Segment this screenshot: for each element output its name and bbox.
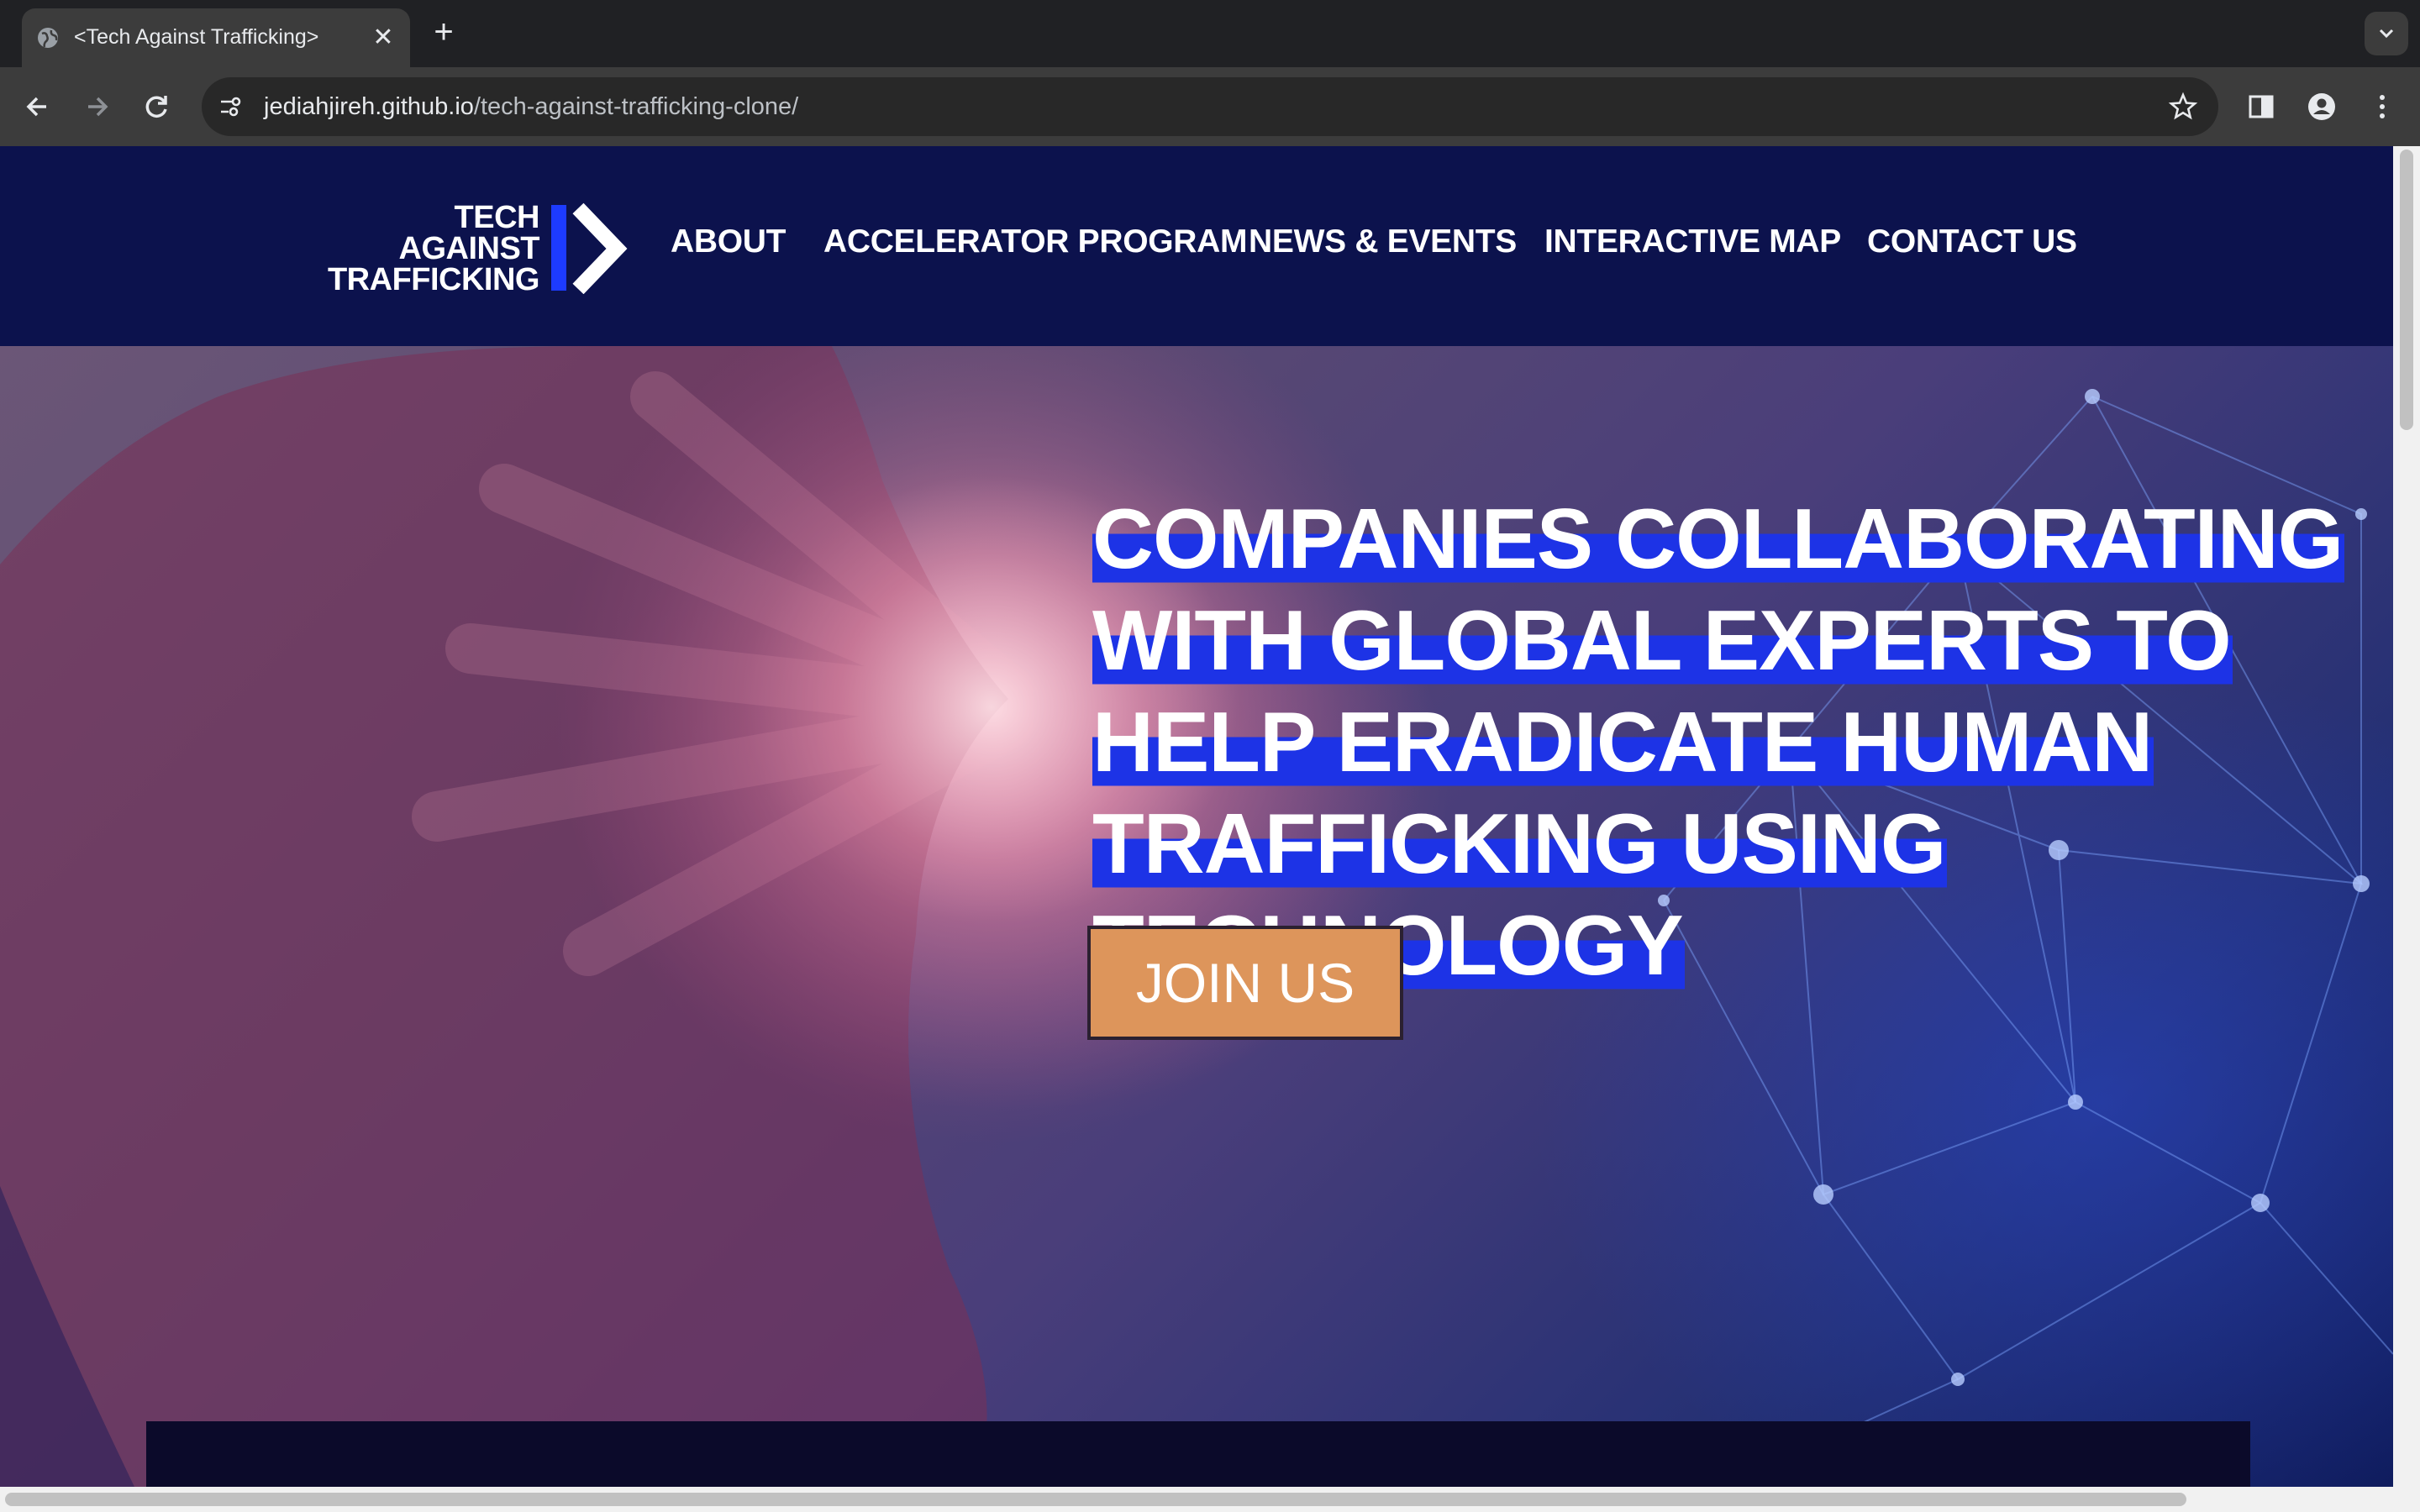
- chevron-right-icon: [572, 202, 628, 294]
- browser-tabstrip: <Tech Against Trafficking> ✕ +: [0, 0, 2420, 67]
- profile-avatar-icon[interactable]: [2301, 86, 2343, 128]
- site-settings-icon[interactable]: [217, 93, 244, 120]
- logo-accent-bar: [551, 205, 566, 291]
- content-panel: [146, 1421, 2250, 1487]
- site-header: TECH AGAINST TRAFFICKING ABOUT ACCELERAT…: [0, 146, 2393, 346]
- bookmark-star-icon[interactable]: [2168, 92, 2198, 122]
- join-us-button[interactable]: JOIN US: [1087, 926, 1403, 1040]
- horizontal-scrollbar[interactable]: [0, 1487, 2420, 1512]
- hero-section: COMPANIES COLLABORATING WITH GLOBAL EXPE…: [0, 346, 2393, 1487]
- logo-line: AGAINST: [398, 231, 540, 266]
- headline-line: WITH GLOBAL EXPERTS TO: [1092, 594, 2233, 688]
- headline-line: TRAFFICKING USING: [1092, 797, 1948, 891]
- web-page: TECH AGAINST TRAFFICKING ABOUT ACCELERAT…: [0, 146, 2393, 1487]
- globe-icon: [38, 28, 58, 48]
- horizontal-scrollbar-thumb[interactable]: [5, 1493, 2186, 1506]
- vertical-scrollbar[interactable]: [2393, 146, 2420, 1487]
- close-tab-icon[interactable]: ✕: [368, 23, 398, 53]
- logo-line: TRAFFICKING: [327, 262, 540, 297]
- tech-against-trafficking-logo[interactable]: TECH AGAINST TRAFFICKING: [328, 200, 637, 296]
- chevron-down-icon: [2379, 29, 2394, 39]
- browser-tab[interactable]: <Tech Against Trafficking> ✕: [22, 8, 410, 67]
- back-arrow-icon[interactable]: [17, 86, 59, 128]
- forward-arrow-icon[interactable]: [76, 86, 118, 128]
- logo-line: TECH: [454, 200, 540, 235]
- browser-toolbar: jediahjireh.github.io/tech-against-traff…: [0, 67, 2420, 146]
- hero-headline: COMPANIES COLLABORATING WITH GLOBAL EXPE…: [1092, 489, 2345, 997]
- new-tab-button[interactable]: +: [427, 15, 460, 49]
- tab-title: <Tech Against Trafficking>: [74, 25, 319, 49]
- vertical-scrollbar-thumb[interactable]: [2400, 150, 2413, 430]
- more-menu-icon[interactable]: [2361, 86, 2403, 128]
- nav-about[interactable]: ABOUT: [671, 223, 786, 260]
- nav-accelerator-program[interactable]: ACCELERATOR PROGRAM: [823, 223, 1248, 260]
- address-bar[interactable]: jediahjireh.github.io/tech-against-traff…: [202, 77, 2218, 136]
- nav-interactive-map[interactable]: INTERACTIVE MAP: [1544, 223, 1841, 260]
- tab-search-button[interactable]: [2365, 12, 2408, 55]
- nav-contact-us[interactable]: CONTACT US: [1867, 223, 2077, 260]
- nav-news-events[interactable]: NEWS & EVENTS: [1249, 223, 1517, 260]
- reload-icon[interactable]: [136, 86, 178, 128]
- url-text: jediahjireh.github.io/tech-against-traff…: [264, 93, 799, 120]
- headline-line: COMPANIES COLLABORATING: [1092, 492, 2345, 586]
- side-panel-icon[interactable]: [2240, 86, 2282, 128]
- headline-line: HELP ERADICATE HUMAN: [1092, 696, 2154, 790]
